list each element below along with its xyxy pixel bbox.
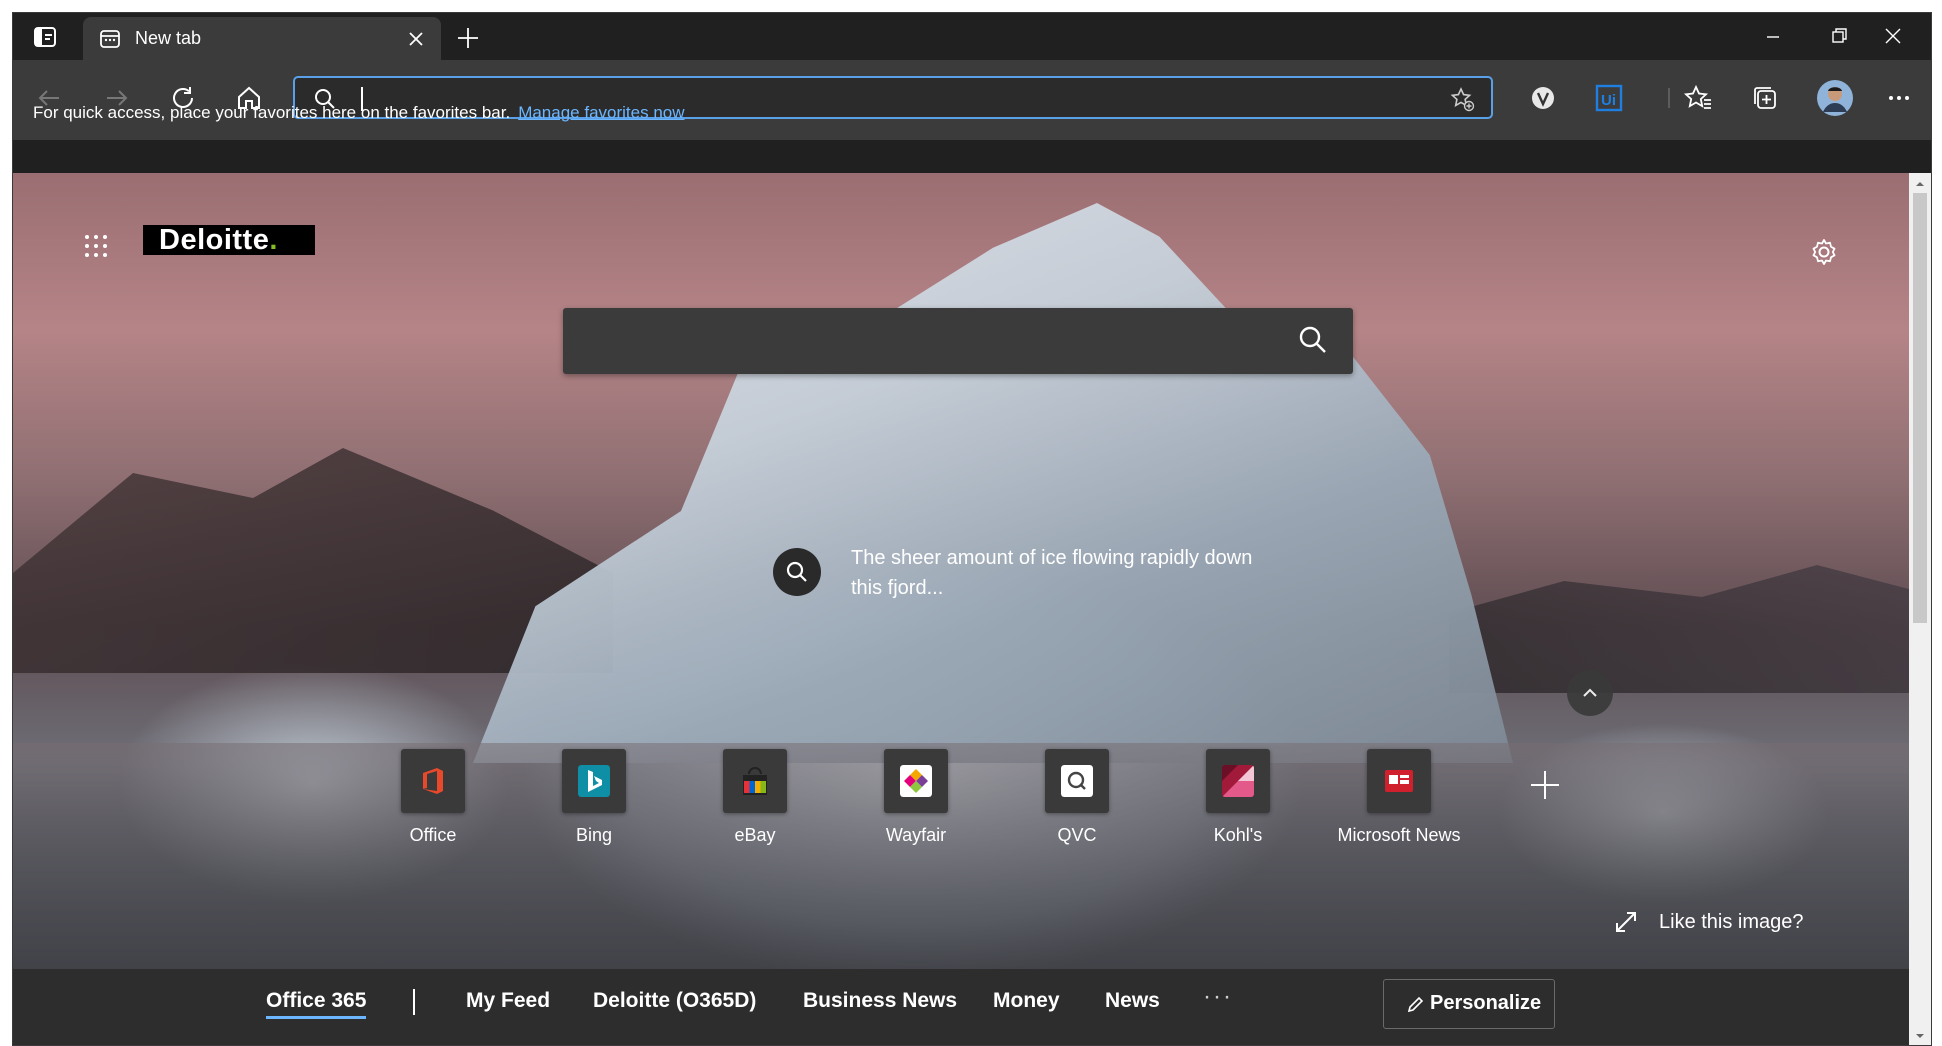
background-image [13,448,613,673]
collections-icon[interactable] [1749,82,1781,114]
tab-strip: New tab [13,13,1931,60]
more-options-icon[interactable] [1883,82,1915,114]
ebay-icon [723,749,787,813]
favorites-bar: For quick access, place your favorites h… [33,103,685,123]
pencil-icon [1406,994,1426,1014]
feed-tab-divider [413,989,415,1015]
bing-icon [562,749,626,813]
web-search-box[interactable] [563,308,1353,374]
feed-tab-deloitte[interactable]: Deloitte (O365D) [593,989,756,1013]
scrollbar-thumb[interactable] [1913,193,1927,623]
image-info[interactable]: The sheer amount of ice flowing rapidly … [773,543,1373,613]
feed-tab-money[interactable]: Money [993,989,1060,1013]
quick-link-label: Bing [575,825,613,845]
minimize-icon[interactable] [1753,21,1793,53]
new-tab-page: Deloitte. The sheer amount of ice flowin… [13,173,1909,1045]
feed-tab-news[interactable]: News [1105,989,1160,1013]
new-tab-plus-icon[interactable] [455,25,481,51]
restore-icon[interactable] [1819,21,1859,53]
tab-title: New tab [135,28,202,48]
feed-tab-business-news[interactable]: Business News [803,989,957,1013]
feed-tab-my-feed[interactable]: My Feed [466,989,550,1013]
quick-link-bing[interactable]: Bing [514,749,674,859]
close-window-icon[interactable] [1873,21,1913,53]
quick-link-wayfair[interactable]: Wayfair [836,749,996,859]
quick-link-office[interactable]: Office [353,749,513,859]
extension-v-icon[interactable] [1527,82,1559,114]
quick-link-microsoft-news[interactable]: Microsoft News [1319,749,1479,859]
manage-favorites-link[interactable]: Manage favorites now [518,103,684,122]
svg-text:Ui: Ui [1601,92,1616,109]
collapse-chevron-up-icon[interactable] [1567,670,1613,716]
background-mountain-right [1449,565,1909,693]
quick-link-label: QVC [1057,825,1097,845]
favorites-icon[interactable] [1683,82,1715,114]
favorites-bar-message: For quick access, place your favorites h… [33,103,511,122]
scroll-up-arrow-icon[interactable] [1914,177,1926,189]
feed-tab-office-365[interactable]: Office 365 [266,989,367,1019]
image-search-icon[interactable] [773,548,821,596]
page-scrollbar[interactable] [1909,173,1931,1045]
logo-text: Deloitte [159,224,270,256]
quick-link-label: Wayfair [885,825,947,845]
office-icon [401,749,465,813]
quick-link-label: Microsoft News [1337,825,1461,845]
new-tab-page-icon [99,28,121,50]
search-icon[interactable] [1297,324,1329,356]
qvc-icon [1045,749,1109,813]
quick-link-kohls[interactable]: Kohl's [1158,749,1318,859]
add-favorite-star-icon[interactable] [1449,86,1475,112]
close-tab-icon[interactable] [405,28,427,50]
quick-link-ebay[interactable]: eBay [675,749,835,859]
image-caption[interactable]: The sheer amount of ice flowing rapidly … [851,543,1271,603]
scroll-down-arrow-icon[interactable] [1914,1029,1926,1041]
page-settings-gear-icon[interactable] [1809,237,1839,267]
quick-link-label: eBay [734,825,776,845]
feed-more-icon[interactable]: ··· [1203,983,1233,1011]
toolbar-separator [1653,82,1685,114]
quick-links: Office Bing eBay Wayfair QVC Kohl's Micr… [353,749,1593,859]
navigation-toolbar: Ui [13,60,1931,140]
logo-dot: . [269,224,278,256]
like-image-label: Like this image? [1659,911,1804,933]
news-feed-tabs: Office 365 My Feed Deloitte (O365D) Busi… [13,969,1909,1045]
kohls-icon [1206,749,1270,813]
tab-actions-menu-icon[interactable] [31,23,59,51]
expand-arrows-icon [1613,909,1639,935]
add-quick-link-plus-icon[interactable] [1527,767,1563,803]
web-search-input[interactable] [579,322,1273,362]
personalize-button[interactable]: Personalize [1383,979,1555,1029]
deloitte-logo: Deloitte. [143,225,315,255]
profile-avatar[interactable] [1815,78,1855,118]
tab-new-tab[interactable]: New tab [83,17,441,60]
background-iceberg [473,203,1513,763]
app-launcher-icon[interactable] [83,233,109,259]
quick-link-label: Office [409,825,457,845]
microsoft-news-icon [1367,749,1431,813]
quick-link-label: Kohl's [1213,825,1263,845]
browser-window: New tab Ui For quick access, place your … [12,12,1932,1046]
quick-link-qvc[interactable]: QVC [997,749,1157,859]
personalize-label: Personalize [1430,992,1542,1014]
wayfair-icon [884,749,948,813]
uipath-extension-icon[interactable]: Ui [1593,82,1625,114]
